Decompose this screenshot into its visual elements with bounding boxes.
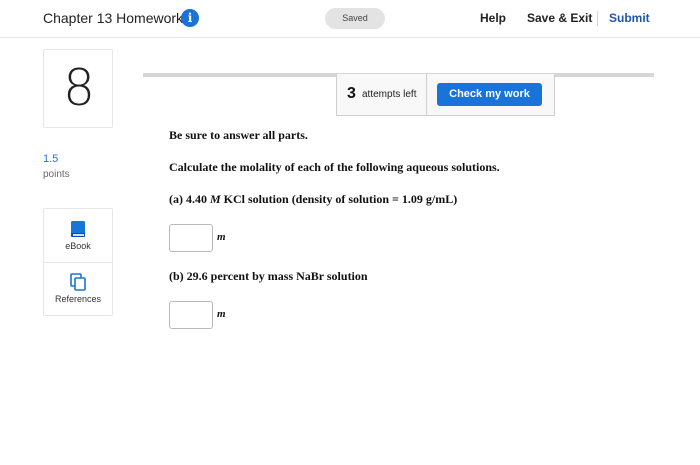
- part-a-unit: m: [217, 231, 226, 243]
- references-label: References: [54, 294, 102, 304]
- submit-button[interactable]: Submit: [609, 11, 650, 25]
- top-header: Chapter 13 Homework i Saved Help Save & …: [0, 0, 700, 38]
- saved-status-badge: Saved: [325, 8, 385, 29]
- ebook-button[interactable]: eBook: [44, 209, 112, 262]
- part-a-suffix: KCl solution (density of solution = 1.09…: [220, 192, 458, 206]
- instruction-text: Be sure to answer all parts.: [169, 128, 308, 142]
- ebook-label: eBook: [65, 241, 91, 251]
- check-my-work-button[interactable]: Check my work: [437, 83, 542, 106]
- save-exit-button[interactable]: Save & Exit: [527, 11, 592, 25]
- points-value: 1.5: [43, 153, 59, 165]
- part-a-text: (a) 4.40 M KCl solution (density of solu…: [169, 192, 457, 207]
- documents-icon: [70, 273, 86, 291]
- attempts-label: attempts left: [362, 89, 417, 100]
- question-number: 8: [63, 59, 95, 117]
- info-icon[interactable]: i: [181, 9, 199, 27]
- book-icon: [71, 221, 85, 237]
- assignment-title: Chapter 13 Homework: [43, 10, 184, 26]
- header-divider: [597, 11, 598, 26]
- attempts-panel: 3 attempts left Check my work: [336, 74, 555, 116]
- part-b-answer-input[interactable]: [169, 301, 213, 329]
- part-a-answer-input[interactable]: [169, 224, 213, 252]
- points-label: points: [43, 169, 70, 180]
- part-b-text: (b) 29.6 percent by mass NaBr solution: [169, 269, 368, 283]
- attempts-count: 3: [347, 85, 356, 102]
- help-button[interactable]: Help: [480, 11, 506, 25]
- part-b-unit: m: [217, 308, 226, 320]
- part-a-prefix: (a) 4.40: [169, 192, 210, 206]
- question-number-card: 8: [43, 49, 113, 128]
- attempts-separator: [426, 74, 427, 115]
- question-prompt: Calculate the molality of each of the fo…: [169, 160, 500, 174]
- tools-card: eBook References: [43, 208, 113, 316]
- references-button[interactable]: References: [44, 263, 112, 316]
- molarity-unit: M: [210, 192, 221, 206]
